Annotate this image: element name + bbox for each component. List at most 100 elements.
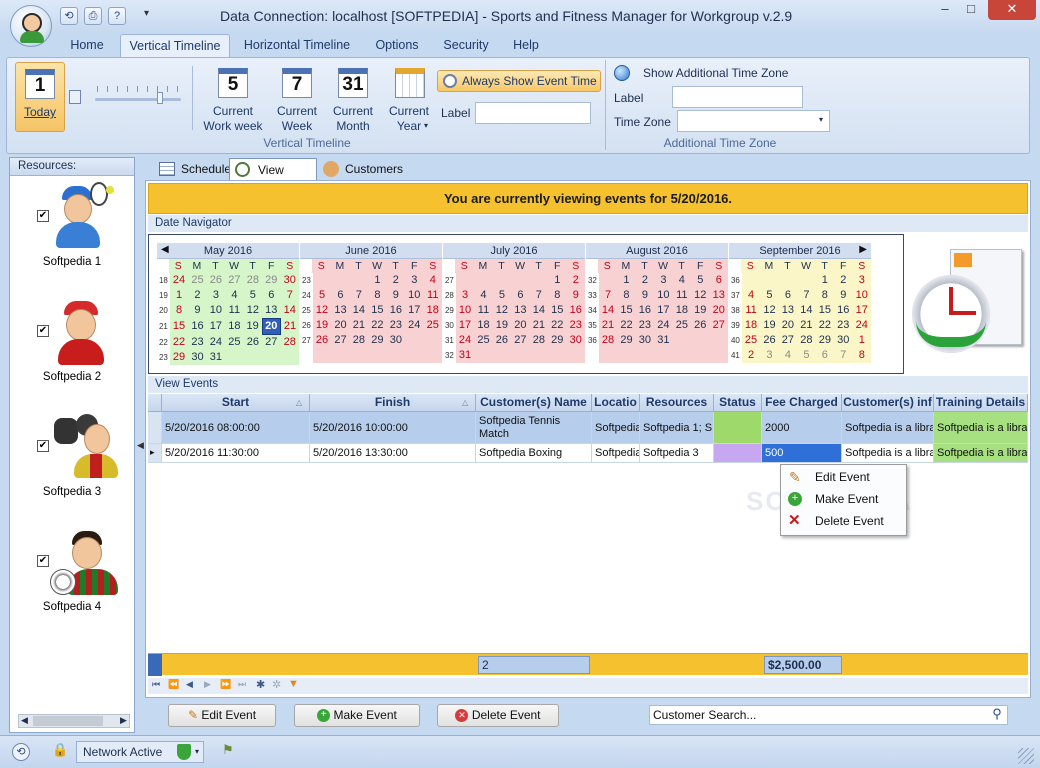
cell-customer-name[interactable]: Softpedia Tennis Match — [476, 412, 592, 444]
calendar-day[interactable]: 13 — [511, 303, 530, 318]
calendar-day[interactable]: 26 — [312, 333, 332, 348]
nav-prev-page-icon[interactable]: ⏪ — [168, 679, 179, 690]
calendar-day[interactable]: 17 — [455, 318, 475, 333]
calendar-day[interactable]: 24 — [206, 334, 226, 350]
calendar-day[interactable]: 20 — [331, 318, 350, 333]
current-week-button[interactable]: 7 Current Week — [271, 62, 323, 134]
customer-search-input[interactable]: Customer Search... — [649, 705, 1008, 725]
minimize-button[interactable]: – — [932, 0, 958, 20]
calendar-day[interactable]: 12 — [760, 303, 779, 318]
calendar-day[interactable]: 7 — [834, 348, 853, 363]
calendar-day[interactable]: 23 — [834, 318, 853, 333]
calendar-day[interactable]: 16 — [834, 303, 853, 318]
time-zone-dropdown-icon[interactable]: ▾ — [819, 115, 823, 124]
calendar-day[interactable]: 4 — [778, 348, 798, 363]
calendar-day[interactable]: 23 — [566, 318, 585, 333]
tab-help[interactable]: Help — [506, 34, 546, 58]
calendar-day[interactable]: 20 — [261, 318, 282, 335]
calendar-day[interactable]: 17 — [405, 303, 424, 318]
calendar-day[interactable]: 19 — [691, 303, 710, 318]
maximize-button[interactable]: □ — [958, 0, 984, 20]
calendar-day[interactable]: 28 — [529, 333, 549, 348]
date-navigator[interactable]: May 2016◀SMTWTFS518242526272829301912345… — [148, 234, 904, 374]
calendar-day[interactable]: 26 — [691, 318, 710, 333]
calendar-day[interactable]: 9 — [386, 288, 406, 303]
calendar-day[interactable]: 12 — [312, 303, 332, 318]
column-resources[interactable]: Resources — [640, 394, 714, 412]
calendar-day[interactable]: 5 — [691, 273, 710, 288]
prev-month-icon[interactable]: ◀ — [161, 244, 169, 255]
cell-customer-info[interactable]: Softpedia is a libra — [842, 412, 934, 444]
calendar-day[interactable]: 15 — [548, 303, 567, 318]
calendar-day[interactable]: 24 — [405, 318, 424, 333]
help-icon[interactable]: ? — [108, 7, 126, 25]
calendar-day[interactable]: 30 — [566, 333, 585, 348]
zoom-slider-thumb[interactable] — [157, 92, 163, 104]
calendar-day[interactable]: 12 — [243, 303, 263, 319]
nav-last-page-icon[interactable]: ⏭ — [238, 679, 246, 690]
calendar-day[interactable]: 5 — [797, 348, 816, 363]
resize-grip-icon[interactable] — [1018, 748, 1034, 764]
calendar-day[interactable]: 10 — [654, 288, 673, 303]
calendar-day[interactable]: 29 — [262, 273, 281, 288]
calendar-day[interactable]: 16 — [386, 303, 406, 318]
calendar-day[interactable]: 18 — [423, 303, 442, 318]
calendar-day[interactable]: 19 — [312, 318, 332, 333]
calendar-day[interactable]: 11 — [225, 303, 244, 319]
calendar-day[interactable]: 23 — [188, 334, 207, 350]
calendar-day[interactable]: 3 — [455, 288, 475, 303]
calendar-day[interactable]: 7 — [349, 288, 369, 303]
calendar-day[interactable]: 15 — [169, 318, 189, 335]
calendar-day[interactable]: 30 — [386, 333, 406, 348]
calendar-day[interactable]: 11 — [672, 288, 692, 303]
calendar-day[interactable]: 27 — [778, 333, 798, 348]
calendar-day[interactable]: 26 — [243, 334, 263, 350]
edit-event-button[interactable]: ✎ Edit Event — [168, 704, 276, 727]
calendar-day[interactable]: 21 — [529, 318, 549, 333]
calendar-day[interactable]: 31 — [654, 333, 673, 348]
calendar-day[interactable]: 25 — [672, 318, 692, 333]
binoculars-icon[interactable]: ⚲ — [988, 706, 1006, 724]
calendar-day[interactable]: 13 — [331, 303, 350, 318]
always-show-event-time-button[interactable]: Always Show Event Time — [437, 70, 601, 92]
calendar-day[interactable]: 15 — [368, 303, 387, 318]
calendar-day[interactable]: 1 — [548, 273, 567, 288]
label-input[interactable] — [475, 102, 591, 124]
calendar-day[interactable]: 29 — [169, 350, 189, 365]
calendar-day[interactable]: 26 — [206, 273, 226, 288]
calendar-day[interactable]: 8 — [852, 348, 871, 363]
cell-status[interactable] — [714, 412, 762, 444]
calendar-day[interactable]: 25 — [474, 333, 493, 348]
calendar-day[interactable]: 22 — [815, 318, 835, 333]
zoom-slider-track[interactable] — [95, 98, 181, 101]
calendar-day[interactable]: 7 — [797, 288, 816, 303]
calendar-day[interactable]: 14 — [280, 303, 299, 319]
resource-2-checkbox[interactable]: ✔ — [37, 325, 49, 337]
calendar-day[interactable]: 26 — [492, 333, 512, 348]
tab-home[interactable]: Home — [62, 34, 112, 58]
nav-prev-icon[interactable]: ◀ — [186, 679, 193, 690]
calendar-day[interactable]: 2 — [566, 273, 585, 288]
calendar-day[interactable]: 20 — [778, 318, 798, 333]
calendar-day[interactable]: 18 — [672, 303, 692, 318]
calendar-day[interactable]: 11 — [741, 303, 761, 318]
calendar-day[interactable]: 23 — [635, 318, 655, 333]
column-finish[interactable]: Finish — [310, 394, 476, 412]
nav-first-page-icon[interactable]: ⏮ — [152, 679, 160, 690]
cell-start[interactable]: 5/20/2016 08:00:00 — [162, 412, 310, 444]
calendar-day[interactable]: 19 — [760, 318, 779, 333]
tab-view-events[interactable]: View Events — [229, 158, 317, 199]
column-location[interactable]: Locatio — [592, 394, 640, 412]
calendar-day[interactable]: 1 — [815, 273, 835, 288]
calendar-day[interactable]: 29 — [815, 333, 835, 348]
calendar-day[interactable]: 8 — [169, 303, 189, 319]
scrollbar-thumb[interactable] — [33, 716, 103, 726]
calendar-day[interactable]: 6 — [331, 288, 350, 303]
table-row[interactable]: ▸ 5/20/2016 11:30:00 5/20/2016 13:30:00 … — [148, 444, 1028, 463]
calendar-day[interactable]: 30 — [188, 350, 207, 365]
calendar-day[interactable]: 14 — [349, 303, 369, 318]
calendar-day[interactable]: 8 — [548, 288, 567, 303]
calendar-day[interactable]: 14 — [529, 303, 549, 318]
current-work-week-button[interactable]: 5 Current Work week — [201, 62, 265, 134]
cell-start[interactable]: 5/20/2016 11:30:00 — [162, 444, 310, 463]
